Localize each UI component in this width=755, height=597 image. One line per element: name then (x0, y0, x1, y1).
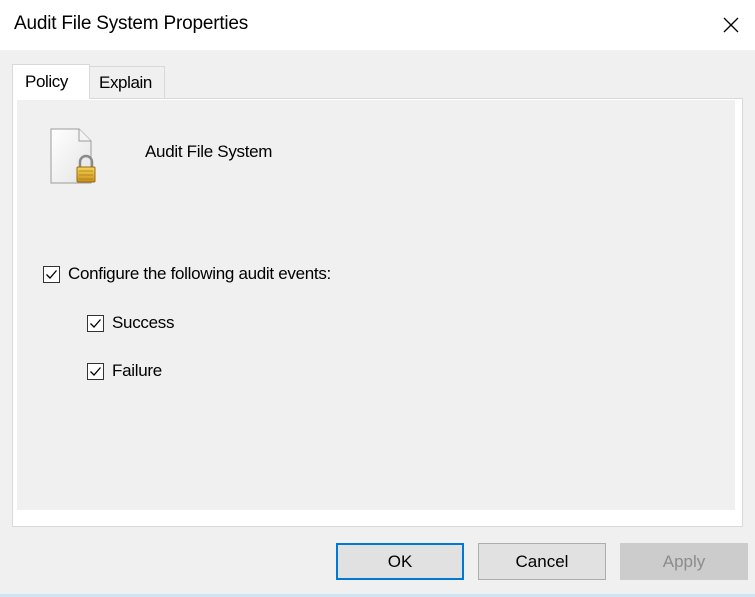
checkbox-box[interactable] (43, 265, 60, 283)
tab-explain[interactable]: Explain (89, 66, 165, 99)
document-lock-icon (48, 127, 104, 192)
configure-audit-events-label: Configure the following audit events: (68, 264, 331, 283)
close-icon (723, 17, 739, 33)
tab-policy-label: Policy (25, 72, 68, 91)
window-title: Audit File System Properties (14, 13, 249, 34)
policy-name: Audit File System (145, 142, 273, 161)
apply-button: Apply (620, 543, 748, 580)
ok-button[interactable]: OK (336, 543, 464, 580)
title-bar: Audit File System Properties (0, 0, 755, 50)
checkmark-icon (46, 269, 57, 279)
checkbox-box[interactable] (87, 362, 104, 380)
tab-explain-label: Explain (99, 73, 152, 92)
checkmark-icon (90, 366, 101, 376)
tab-policy[interactable]: Policy (12, 64, 90, 99)
checkbox-box[interactable] (87, 314, 104, 332)
policy-pane (17, 100, 735, 510)
cancel-button[interactable]: Cancel (478, 543, 606, 580)
configure-audit-events-checkbox[interactable]: Configure the following audit events: (43, 264, 331, 284)
failure-checkbox[interactable]: Failure (87, 361, 162, 381)
success-label: Success (112, 313, 175, 332)
success-checkbox[interactable]: Success (87, 313, 174, 333)
checkmark-icon (90, 318, 101, 328)
close-button[interactable] (707, 0, 755, 50)
failure-label: Failure (112, 361, 162, 380)
